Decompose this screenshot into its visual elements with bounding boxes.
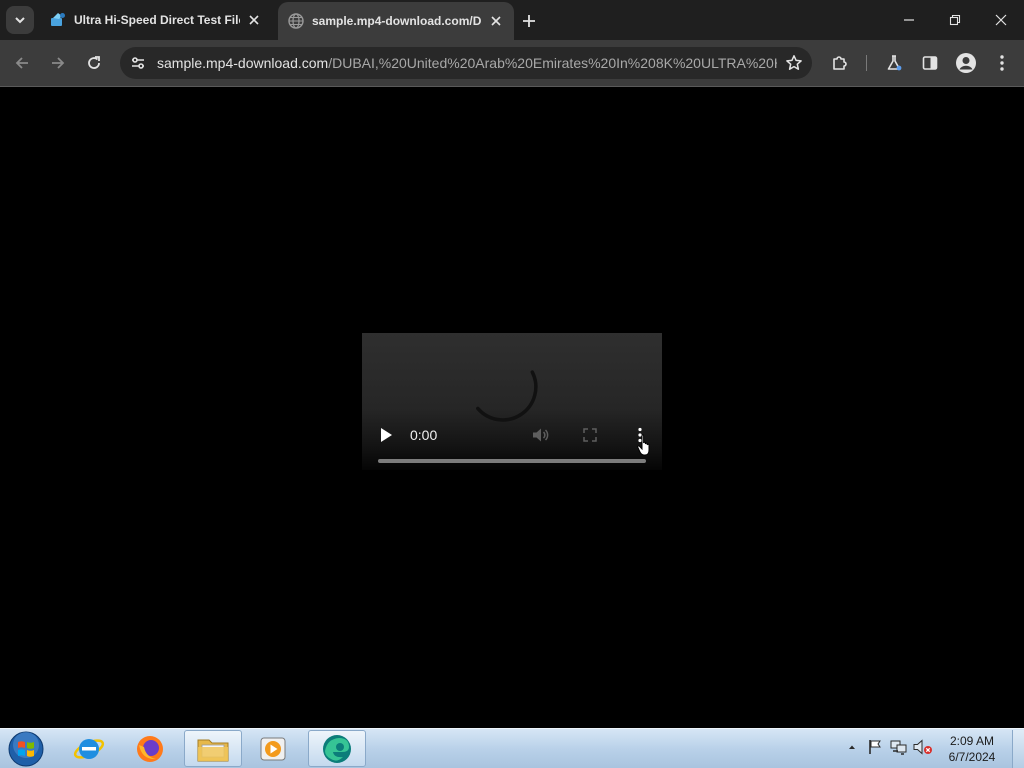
close-window-button[interactable] <box>978 0 1024 40</box>
url-text[interactable]: sample.mp4-download.com/DUBAI,%20United%… <box>157 55 777 71</box>
edge-icon <box>321 733 353 765</box>
system-clock[interactable]: 2:09 AM 6/7/2024 <box>940 733 1004 765</box>
extensions-button[interactable] <box>826 49 854 77</box>
play-button[interactable] <box>376 425 396 445</box>
kebab-menu-icon <box>999 54 1005 72</box>
firefox-icon <box>134 733 166 765</box>
taskbar: 2:09 AM 6/7/2024 <box>0 728 1024 768</box>
arrow-right-icon <box>50 55 66 71</box>
tab-ultra-hi-speed[interactable]: Ultra Hi-Speed Direct Test Files <box>40 0 272 40</box>
taskbar-file-explorer[interactable] <box>184 730 242 767</box>
network-icon <box>890 739 908 755</box>
profile-button[interactable] <box>952 49 980 77</box>
globe-icon <box>288 13 304 29</box>
side-panel-icon <box>921 54 939 72</box>
file-explorer-icon <box>196 734 230 764</box>
current-time: 0:00 <box>410 427 438 443</box>
address-bar[interactable]: sample.mp4-download.com/DUBAI,%20United%… <box>120 47 812 79</box>
bookmark-star-icon[interactable] <box>784 53 804 73</box>
volume-icon <box>532 427 550 443</box>
restore-icon <box>949 14 961 26</box>
back-button[interactable] <box>8 49 36 77</box>
puzzle-piece-icon <box>831 54 849 72</box>
profile-avatar-icon <box>955 52 977 74</box>
restore-button[interactable] <box>932 0 978 40</box>
labs-button[interactable] <box>880 49 908 77</box>
volume-muted-icon <box>913 739 933 755</box>
browser-toolbar: sample.mp4-download.com/DUBAI,%20United%… <box>0 40 1024 87</box>
windows-start-icon <box>8 731 44 767</box>
url-path: /DUBAI,%20United%20Arab%20Emirates%20In%… <box>328 55 777 71</box>
network-button[interactable] <box>890 737 908 757</box>
show-hidden-icons-button[interactable] <box>843 737 861 757</box>
start-button[interactable] <box>4 730 48 768</box>
chevron-down-icon <box>14 14 26 26</box>
internet-explorer-icon <box>73 733 105 765</box>
tab-search-button[interactable] <box>6 6 34 34</box>
show-desktop-button[interactable] <box>1012 730 1024 768</box>
new-tab-button[interactable] <box>518 10 540 32</box>
mute-button[interactable] <box>530 425 552 445</box>
forward-button[interactable] <box>44 49 72 77</box>
volume-button[interactable] <box>913 737 933 757</box>
fullscreen-button[interactable] <box>580 425 600 445</box>
site-settings-icon[interactable] <box>128 53 148 73</box>
hand-cursor-icon <box>637 434 653 458</box>
site-favicon-icon <box>50 12 66 28</box>
flag-icon <box>867 739 883 755</box>
taskbar-firefox[interactable] <box>121 730 179 767</box>
video-player[interactable]: 0:00 <box>362 333 662 470</box>
action-center-button[interactable] <box>866 737 884 757</box>
side-panel-button[interactable] <box>916 49 944 77</box>
plus-icon <box>522 14 536 28</box>
taskbar-edge[interactable] <box>308 730 366 767</box>
flask-icon <box>885 54 903 72</box>
toolbar-divider <box>866 55 867 71</box>
reload-button[interactable] <box>80 49 108 77</box>
clock-date: 6/7/2024 <box>948 750 996 764</box>
media-player-icon <box>258 734 288 764</box>
close-tab-icon[interactable] <box>246 12 262 28</box>
chevron-up-icon <box>847 742 857 752</box>
reload-icon <box>86 55 102 71</box>
taskbar-media-player[interactable] <box>244 730 302 767</box>
clock-time: 2:09 AM <box>949 734 995 748</box>
tab-title: sample.mp4-download.com/DUBAI <box>312 14 482 28</box>
menu-button[interactable] <box>988 49 1016 77</box>
tab-title: Ultra Hi-Speed Direct Test Files <box>74 13 240 27</box>
fullscreen-icon <box>583 428 597 442</box>
minimize-button[interactable] <box>886 0 932 40</box>
tab-strip: Ultra Hi-Speed Direct Test Files sample.… <box>0 0 1024 40</box>
close-icon <box>995 14 1007 26</box>
progress-bar[interactable] <box>378 459 646 463</box>
url-host: sample.mp4-download.com <box>157 55 329 71</box>
close-tab-icon[interactable] <box>488 13 504 29</box>
play-icon <box>379 427 393 443</box>
arrow-left-icon <box>14 55 30 71</box>
taskbar-internet-explorer[interactable] <box>60 730 118 767</box>
minimize-icon <box>903 14 915 26</box>
tab-sample-mp4[interactable]: sample.mp4-download.com/DUBAI <box>278 2 514 40</box>
